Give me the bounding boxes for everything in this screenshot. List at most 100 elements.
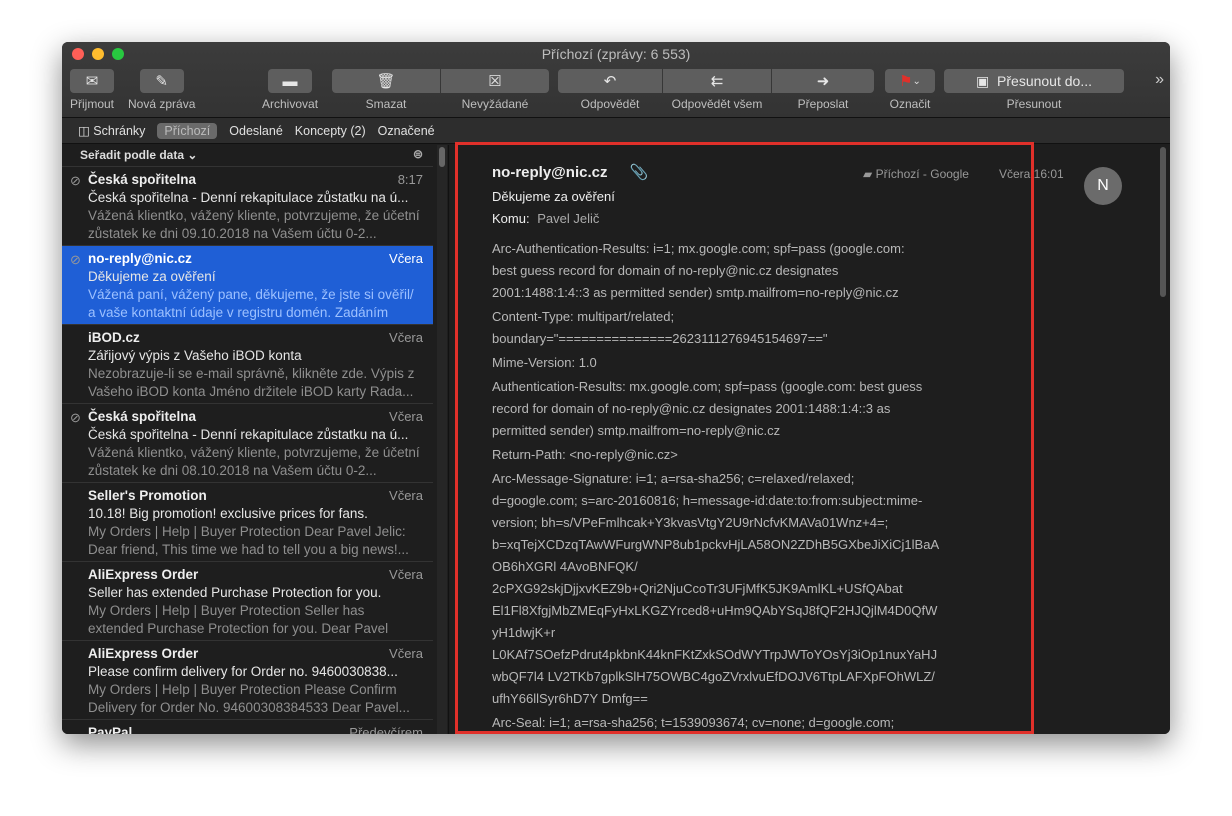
recipient[interactable]: Pavel Jelič	[537, 211, 599, 226]
message-list-item[interactable]: iBOD.cz Včera Zářijový výpis z Vašeho iB…	[62, 325, 433, 404]
item-sender: Česká spořitelna	[88, 172, 197, 187]
header-field: Return-Path: <no-reply@nic.cz>	[492, 444, 982, 466]
item-sender: Česká spořitelna	[88, 409, 197, 424]
header-line: Authentication-Results: mx.google.com; s…	[492, 379, 923, 394]
item-date: Včera	[389, 646, 423, 661]
header-line: El1Fl8XfgjMbZMEqFyHxLKGZYrced8+uHm9QAbYS…	[492, 603, 938, 618]
item-date: 8:17	[397, 172, 423, 187]
new-message-button[interactable]: ✎ Nová zpráva	[128, 69, 195, 111]
header-field: Content-Type: multipart/related; boundary…	[492, 306, 982, 350]
more-toolbar-button[interactable]: »	[1155, 71, 1164, 89]
header-field: Arc-Authentication-Results: i=1; mx.goog…	[492, 238, 982, 304]
header-line: Mime-Version: 1.0	[492, 355, 597, 370]
message-date: Včera 16:01	[999, 167, 1064, 181]
header-line: Arc-Authentication-Results: i=1; mx.goog…	[492, 241, 905, 256]
header-line: Return-Path: <no-reply@nic.cz>	[492, 447, 678, 462]
reply-icon: ↶	[558, 69, 662, 93]
item-preview: My Orders | Help | Buyer Protection Dear…	[88, 524, 409, 557]
header-line: OB6hXGRl 4AvoBNFQK/	[492, 559, 638, 574]
item-subject: Česká spořitelna - Denní rekapitulace zů…	[88, 427, 409, 442]
header-line: record for domain of no-reply@nic.cz des…	[492, 401, 891, 416]
item-date: Včera	[389, 251, 423, 266]
item-sender: AliExpress Order	[88, 567, 199, 582]
reply-all-button[interactable]: ⇇ Odpovědět všem	[663, 69, 771, 111]
item-subject: 10.18! Big promotion! exclusive prices f…	[88, 506, 368, 521]
filter-icon[interactable]: ⊜	[413, 147, 423, 161]
message-list-item[interactable]: AliExpress Order Včera Seller has extend…	[62, 562, 433, 641]
mailbox-icon: ▣	[976, 72, 998, 89]
message-list-item[interactable]: ⊘ Česká spořitelna 8:17 Česká spořitelna …	[62, 167, 433, 246]
header-line: b=xqTejXCDzqTAwWFurgWNP8ub1pckvHjLA58ON2…	[492, 537, 940, 552]
item-subject: Děkujeme za ověření	[88, 269, 216, 284]
item-preview: My Orders | Help | Buyer Protection Plea…	[88, 682, 410, 715]
header-line: Content-Type: multipart/related;	[492, 309, 675, 324]
forward-arrow-icon: ➜	[772, 69, 874, 93]
to-label: Komu:	[492, 211, 530, 226]
header-line: L0KAf7SOefzPdrut4pkbnK44knFKtZxkSOdWYTrp…	[492, 647, 938, 662]
item-date: Včera	[389, 409, 423, 424]
message-list-item[interactable]: Seller's Promotion Včera 10.18! Big prom…	[62, 483, 433, 562]
message-view: no-reply@nic.cz 📎 Děkujeme za ověření Ko…	[448, 142, 1170, 734]
flag-button[interactable]: ⚑ ⌄ Označit	[885, 69, 935, 111]
header-line: yH1dwjK+r	[492, 625, 556, 640]
message-list-item[interactable]: AliExpress Order Včera Please confirm de…	[62, 641, 433, 720]
item-preview: Vážená klientko, vážený kliente, potvrzu…	[88, 208, 420, 241]
sidebar-icon: ◫	[78, 124, 94, 138]
item-subject: Please confirm delivery for Order no. 94…	[88, 664, 398, 679]
item-sender: no-reply@nic.cz	[88, 251, 192, 266]
compose-icon: ✎	[139, 69, 184, 93]
header-line: Arc-Seal: i=1; a=rsa-sha256; t=153909367…	[492, 715, 895, 730]
header-line: 2001:1488:1:4::3 as permitted sender) sm…	[492, 285, 899, 300]
delete-button[interactable]: 🗑 Smazat	[332, 69, 440, 111]
forward-button[interactable]: ➜ Přeposlat	[772, 69, 874, 111]
favorite-sent[interactable]: Odeslané	[229, 124, 283, 138]
item-subject: Zářijový výpis z Vašeho iBOD konta	[88, 348, 302, 363]
avatar: N	[1084, 167, 1122, 205]
item-subject: Česká spořitelna - Denní rekapitulace zů…	[88, 190, 409, 205]
favorites-bar: ◫ Schránky Příchozí Odeslané Koncepty (2…	[62, 118, 1170, 144]
flag-icon: ⚑ ⌄	[885, 69, 935, 93]
message-list-item[interactable]: ⊘ no-reply@nic.cz Včera Děkujeme za ověře…	[62, 246, 433, 325]
toolbar: Příchozí (zprávy: 6 553) ✉ Přijmout ✎ Nová…	[62, 42, 1170, 118]
raw-headers: Arc-Authentication-Results: i=1; mx.goog…	[492, 238, 982, 734]
archive-button[interactable]: ▬ Archivovat	[262, 69, 318, 111]
reply-all-icon: ⇇	[663, 69, 771, 93]
item-sender: AliExpress Order	[88, 646, 199, 661]
mailbox-label: ▰ Příchozí - Google	[863, 167, 969, 181]
message-scrollbar[interactable]	[1158, 147, 1168, 734]
item-preview: Nezobrazuje-li se e-mail správně, klikně…	[88, 366, 415, 399]
trash-icon: 🗑	[332, 69, 440, 93]
header-line: version; bh=s/VPeFmlhcak+Y3kvasVtgY2U9rN…	[492, 515, 889, 530]
message-list-item[interactable]: PayPal Předevčírem	[62, 720, 433, 734]
message-list: Seřadit podle data ⌄ ⊜ ⊘ Česká spořitelna …	[62, 145, 433, 734]
header-field: Arc-Seal: i=1; a=rsa-sha256; t=153909367…	[492, 712, 982, 734]
attachment-icon: ⊘	[70, 173, 81, 188]
reply-button[interactable]: ↶ Odpovědět	[558, 69, 662, 111]
sort-menu[interactable]: Seřadit podle data ⌄ ⊜	[62, 145, 433, 167]
move-button[interactable]: ▣ Přesunout do... Přesunout	[944, 69, 1124, 111]
favorite-inbox[interactable]: Příchozí	[157, 122, 218, 139]
get-mail-button[interactable]: ✉ Přijmout	[70, 69, 114, 111]
item-date: Včera	[389, 488, 423, 503]
junk-button[interactable]: ☒ Nevyžádané	[441, 69, 549, 111]
item-sender: iBOD.cz	[88, 330, 140, 345]
header-line: Arc-Message-Signature: i=1; a=rsa-sha256…	[492, 471, 855, 486]
header-line: 2cPXG92skjDjjxvKEZ9b+Qri2NjuCcoTr3UFjMfK…	[492, 581, 903, 596]
item-sender: Seller's Promotion	[88, 488, 207, 503]
envelope-icon: ✉	[70, 69, 114, 93]
subject: Děkujeme za ověření	[492, 189, 615, 204]
favorite-flagged[interactable]: Označené	[378, 124, 435, 138]
message-list-item[interactable]: ⊘ Česká spořitelna Včera Česká spořitelna…	[62, 404, 433, 483]
attachment-icon: ⊘	[70, 410, 81, 425]
window-title: Příchozí (zprávy: 6 553)	[541, 46, 691, 62]
sender[interactable]: no-reply@nic.cz	[492, 164, 607, 181]
item-subject: Seller has extended Purchase Protection …	[88, 585, 382, 600]
list-scrollbar[interactable]	[437, 145, 447, 734]
mail-window: Příchozí (zprávy: 6 553) ✉ Přijmout ✎ Nová…	[62, 42, 1170, 734]
favorite-drafts[interactable]: Koncepty (2)	[295, 124, 366, 138]
folder-icon: ▰	[863, 167, 876, 181]
header-field: Arc-Message-Signature: i=1; a=rsa-sha256…	[492, 468, 982, 710]
mailboxes-button[interactable]: ◫ Schránky	[78, 123, 145, 138]
header-line: wbQF7l4 LV2TKb7gplkSlH75OWBC4goZVrxlvuEf…	[492, 669, 935, 684]
header-line: d=google.com; s=arc-20160816; h=message-…	[492, 493, 923, 508]
